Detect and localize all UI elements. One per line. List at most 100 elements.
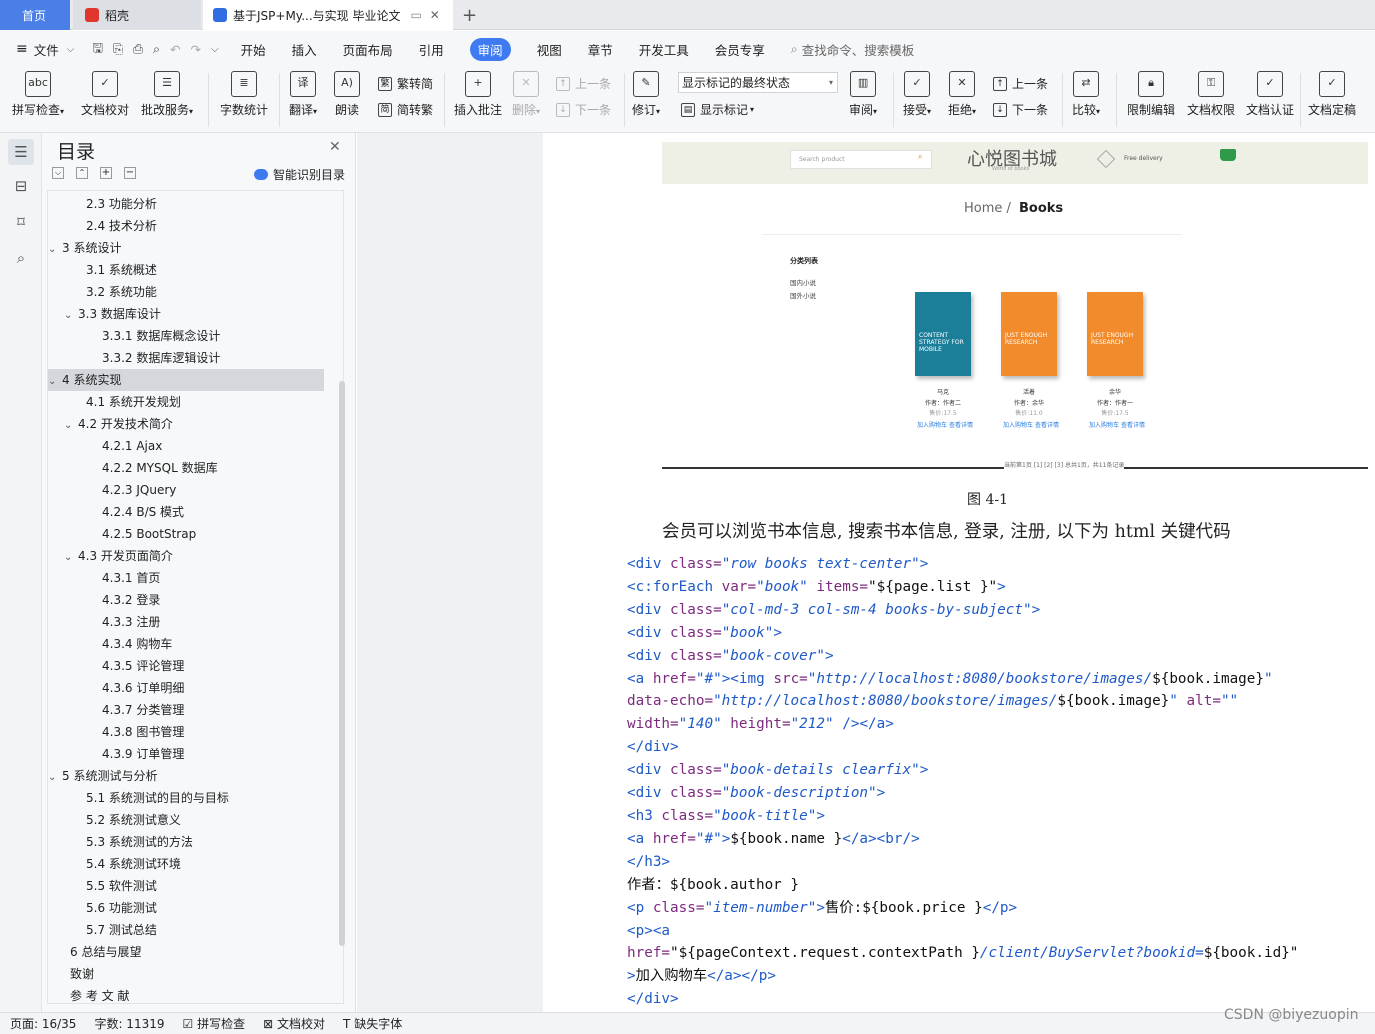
book-links[interactable]: 加入购物车 查看详情 [905, 420, 985, 429]
book-links[interactable]: 加入购物车 查看详情 [1077, 420, 1157, 429]
hamburger-icon[interactable]: ≡ [16, 41, 28, 57]
export-icon[interactable]: ⎘ [113, 41, 123, 57]
doc-cert-button[interactable]: ✓ 文档认证 [1246, 71, 1294, 118]
word-count-button[interactable]: ≣ 字数统计 [220, 71, 268, 118]
outline-icon[interactable]: ⊟ [12, 177, 30, 195]
book-cover[interactable]: CONTENT STRATEGY FOR MOBILE [915, 292, 971, 376]
insert-comment-button[interactable]: + 插入批注 [454, 71, 502, 118]
toc-item[interactable]: 4.2.3 JQuery [48, 479, 176, 501]
chevron-down-icon[interactable]: ⌄ [64, 305, 78, 327]
prev-comment-button[interactable]: ↑ 上一条 [556, 75, 611, 92]
tab-daoke[interactable]: 稻壳 [73, 0, 201, 30]
show-markup-button[interactable]: ▤ 显示标记 ▾ [681, 101, 754, 118]
doc-finalize-button[interactable]: ✓ 文档定稿 [1308, 71, 1356, 118]
toc-item[interactable]: 6 总结与展望 [48, 941, 141, 963]
toc-item[interactable]: 4.3.3 注册 [48, 611, 160, 633]
collapse-all-icon[interactable]: ⌵ [52, 167, 64, 179]
next-comment-button[interactable]: ↓ 下一条 [556, 101, 611, 118]
toc-item[interactable]: 2.4 技术分析 [48, 215, 157, 237]
word-count[interactable]: 字数: 11319 [94, 1015, 164, 1032]
toc-item[interactable]: ⌄ 5 系统测试与分析 [48, 765, 157, 787]
toc-item[interactable]: ⌄ 3 系统设计 [48, 237, 121, 259]
proofread-status[interactable]: ⊠ 文档校对 [263, 1015, 325, 1032]
toc-item[interactable]: 4.2.2 MYSQL 数据库 [48, 457, 218, 479]
chevron-down-icon[interactable]: ⌄ [64, 547, 78, 569]
review-pane-button[interactable]: ▥ 审阅▾ [849, 71, 877, 118]
toc-item[interactable]: 3.1 系统概述 [48, 259, 157, 281]
book-cover[interactable]: JUST ENOUGH RESEARCH [1001, 292, 1057, 376]
menu-file[interactable]: 文件 [34, 40, 59, 59]
toc-item[interactable]: 4.3.4 购物车 [48, 633, 172, 655]
toc-item[interactable]: 参 考 文 献 [48, 985, 129, 1003]
prev-change-button[interactable]: ↑ 上一条 [993, 75, 1048, 92]
close-icon[interactable]: ✕ [329, 139, 341, 155]
toc-item[interactable]: 4.3.8 图书管理 [48, 721, 184, 743]
preview-icon[interactable]: ⌕ [153, 41, 160, 57]
delete-comment-button[interactable]: ✕ 删除▾ [512, 71, 540, 118]
menu-item-view[interactable]: 视图 [537, 40, 562, 59]
proofread-button[interactable]: ✓ 文档校对 [81, 71, 129, 118]
redo-icon[interactable]: ↷ [191, 42, 201, 57]
toc-item[interactable]: ⌄ 4.3 开发页面简介 [48, 545, 173, 567]
remove-heading-icon[interactable]: − [124, 167, 136, 179]
add-heading-icon[interactable]: + [100, 167, 112, 179]
menu-item-layout[interactable]: 页面布局 [343, 40, 393, 59]
book-links[interactable]: 加入购物车 查看详情 [991, 420, 1071, 429]
menu-item-chapter[interactable]: 章节 [588, 40, 613, 59]
undo-icon[interactable]: ↶ [170, 42, 180, 57]
translate-button[interactable]: 译翻译▾ [289, 71, 317, 118]
toc-icon[interactable]: ☰ [8, 139, 34, 165]
toc-item[interactable]: ⌄ 4 系统实现 [48, 369, 324, 391]
toc-item[interactable]: 2.3 功能分析 [48, 193, 157, 215]
toc-item[interactable]: 5.7 测试总结 [48, 919, 157, 941]
toc-item[interactable]: 3.3.2 数据库逻辑设计 [48, 347, 220, 369]
monitor-icon[interactable]: ▭ [410, 8, 421, 22]
toc-item[interactable]: 4.3.1 首页 [48, 567, 160, 589]
bookmark-icon[interactable]: ⌑ [12, 213, 30, 231]
toc-item[interactable]: 4.1 系统开发规划 [48, 391, 181, 413]
compare-button[interactable]: ⇄ 比较▾ [1072, 71, 1100, 118]
chevron-down-icon[interactable]: ⌄ [48, 767, 62, 789]
toc-item[interactable]: 4.3.2 登录 [48, 589, 160, 611]
save-icon[interactable]: 🖫 [92, 39, 103, 60]
missing-font-status[interactable]: T 缺失字体 [343, 1015, 402, 1032]
close-icon[interactable]: ✕ [430, 8, 440, 22]
toc-item[interactable]: 5.6 功能测试 [48, 897, 157, 919]
trad-to-simp-button[interactable]: 繁繁转简 [378, 75, 433, 92]
toc-item[interactable]: 5.4 系统测试环境 [48, 853, 181, 875]
menu-item-devtools[interactable]: 开发工具 [639, 40, 689, 59]
toc-item[interactable]: 4.2.1 Ajax [48, 435, 162, 457]
toc-item[interactable]: 4.3.7 分类管理 [48, 699, 184, 721]
toc-item[interactable]: 4.2.4 B/S 模式 [48, 501, 184, 523]
toc-item[interactable]: ⌄ 4.2 开发技术简介 [48, 413, 173, 435]
toc-item[interactable]: 4.3.6 订单明细 [48, 677, 184, 699]
menu-item-review[interactable]: 审阅 [469, 37, 511, 61]
more-icon[interactable]: ⌵ [211, 44, 219, 55]
tab-home[interactable]: 首页 [0, 0, 70, 30]
toc-item[interactable]: 5.3 系统测试的方法 [48, 831, 193, 853]
read-aloud-button[interactable]: A) 朗读 [334, 71, 360, 118]
chevron-down-icon[interactable]: ⌄ [48, 239, 62, 261]
search-icon[interactable]: ⌕ [12, 249, 30, 267]
toc-item[interactable]: 5.5 软件测试 [48, 875, 157, 897]
command-search[interactable]: 查找命令、搜索模板 [802, 40, 915, 59]
toc-item[interactable]: 3.2 系统功能 [48, 281, 157, 303]
expand-all-icon[interactable]: ⌃ [76, 167, 88, 179]
toc-item[interactable]: 致谢 [48, 963, 94, 985]
toc-item[interactable]: 4.3.5 评论管理 [48, 655, 184, 677]
chevron-down-icon[interactable]: ⌄ [64, 415, 78, 437]
toc-item[interactable]: 5.1 系统测试的目的与目标 [48, 787, 229, 809]
next-change-button[interactable]: ↓ 下一条 [993, 101, 1048, 118]
batch-service-button[interactable]: ☰ 批改服务▾ [141, 71, 193, 118]
toc-item[interactable]: ⌄ 3.3 数据库设计 [48, 303, 161, 325]
print-icon[interactable]: ⎙ [133, 41, 143, 57]
menu-item-insert[interactable]: 插入 [292, 40, 317, 59]
chevron-down-icon[interactable]: ⌵ [67, 44, 75, 55]
simp-to-trad-button[interactable]: 简简转繁 [378, 101, 433, 118]
menu-item-references[interactable]: 引用 [419, 40, 444, 59]
menu-item-member[interactable]: 会员专享 [715, 40, 765, 59]
page-indicator[interactable]: 页面: 16/35 [10, 1015, 76, 1032]
reject-button[interactable]: ✕ 拒绝▾ [948, 71, 976, 118]
chevron-down-icon[interactable]: ⌄ [48, 371, 62, 393]
doc-permission-button[interactable]: ⚿ 文档权限 [1187, 71, 1235, 118]
